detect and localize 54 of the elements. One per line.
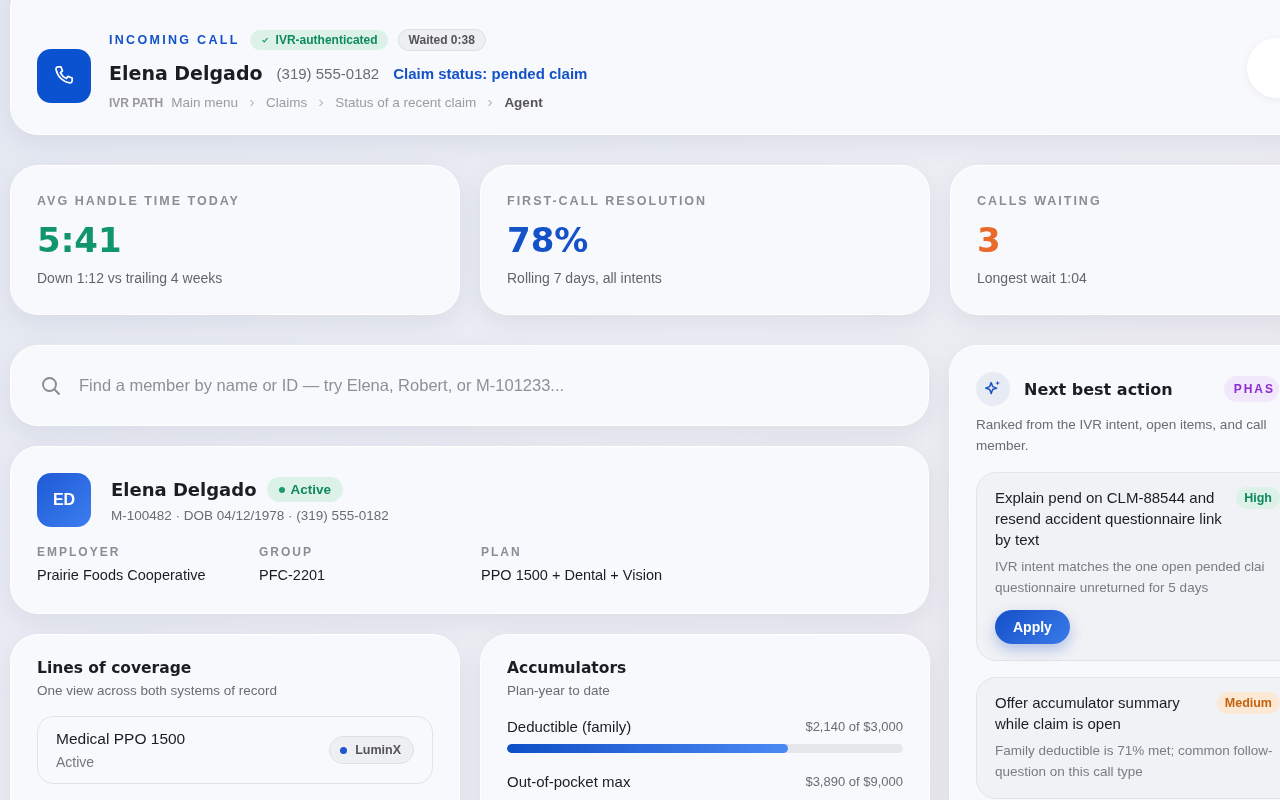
ivr-step: Main menu <box>171 95 239 110</box>
stat-value: 3 <box>977 220 1002 260</box>
ivr-step: Claims <box>266 95 308 110</box>
field-value: PFC-2201 <box>259 567 327 583</box>
stat-value: 78% <box>507 220 590 260</box>
priority-badge: Medium <box>1216 692 1280 714</box>
card-title: Lines of coverage <box>37 659 193 677</box>
stat-note: Longest wait 1:04 <box>977 270 1088 286</box>
field-label: PLAN <box>481 545 523 559</box>
stat-label: FIRST-CALL RESOLUTION <box>507 194 709 208</box>
stat-note: Rolling 7 days, all intents <box>507 270 663 286</box>
ivr-step: Agent <box>504 95 543 110</box>
badge-text: LuminX <box>355 743 401 757</box>
field-value: Prairie Foods Cooperative <box>37 567 207 583</box>
accumulator-reading: $3,890 of $9,000 <box>805 774 903 789</box>
call-label: INCOMING CALL <box>109 33 240 47</box>
action-reason: Family deductible is 71% met; common follow- question on this call type <box>995 742 1274 781</box>
accumulator-name: Deductible (family) <box>507 718 632 735</box>
ivr-step: Status of a recent claim <box>335 95 477 110</box>
priority-badge: High <box>1236 487 1280 509</box>
coverage-status: Active <box>56 754 96 770</box>
member-name: Elena Delgado <box>111 479 257 500</box>
action-reason: IVR intent matches the one open pended clai questionnaire unreturned for 5 days <box>995 558 1266 597</box>
search-field[interactable]: Find a member by name or ID — try Elena, Robert, or M-101233... <box>77 375 900 396</box>
accumulator-reading: $2,140 of $3,000 <box>805 719 903 734</box>
ivr-path-label: IVR PATH <box>109 95 164 110</box>
check-icon <box>259 35 270 45</box>
action-title: Offer accumulator summary while claim is open <box>995 693 1181 734</box>
card-subtitle: Plan-year to date <box>507 683 611 698</box>
card-subtitle: One view across both systems of record <box>37 683 279 698</box>
action-title: Explain pend on CLM-88544 and resend accident questionnaire link by text <box>995 488 1223 550</box>
phone-number: (319) 555-0182 <box>276 64 380 82</box>
card-title: Accumulators <box>507 659 628 677</box>
member-avatar: ED <box>37 473 91 527</box>
claim-status-link[interactable]: Claim status: pended claim <box>393 64 588 82</box>
badge-text: Active <box>290 482 332 497</box>
member-details: M-100482 · DOB 04/12/1978 · (319) 555-0182 <box>111 508 389 523</box>
stat-value: 5:41 <box>37 220 123 260</box>
stat-label: AVG HANDLE TIME TODAY <box>37 194 241 208</box>
apply-button[interactable]: Apply <box>995 610 1070 644</box>
panel-description: Ranked from the IVR intent, open items, and call member. <box>976 416 1268 455</box>
wait-badge: Waited 0:38 <box>397 29 486 51</box>
coverage-name: Medical PPO 1500 <box>56 730 186 748</box>
field-label: EMPLOYER <box>37 545 122 559</box>
field-value: PPO 1500 + Dental + Vision <box>481 567 664 583</box>
status-dot <box>278 486 285 493</box>
field-label: GROUP <box>259 545 314 559</box>
badge-text: IVR-authenticated <box>275 33 378 47</box>
panel-title: Next best action <box>1024 379 1173 399</box>
caller-name: Elena Delgado <box>109 62 263 84</box>
phase-badge: PHAS <box>1223 376 1279 402</box>
accumulator-name: Out-of-pocket max <box>507 773 631 790</box>
stat-label: CALLS WAITING <box>977 194 1103 208</box>
stat-note: Down 1:12 vs trailing 4 weeks <box>37 270 224 286</box>
